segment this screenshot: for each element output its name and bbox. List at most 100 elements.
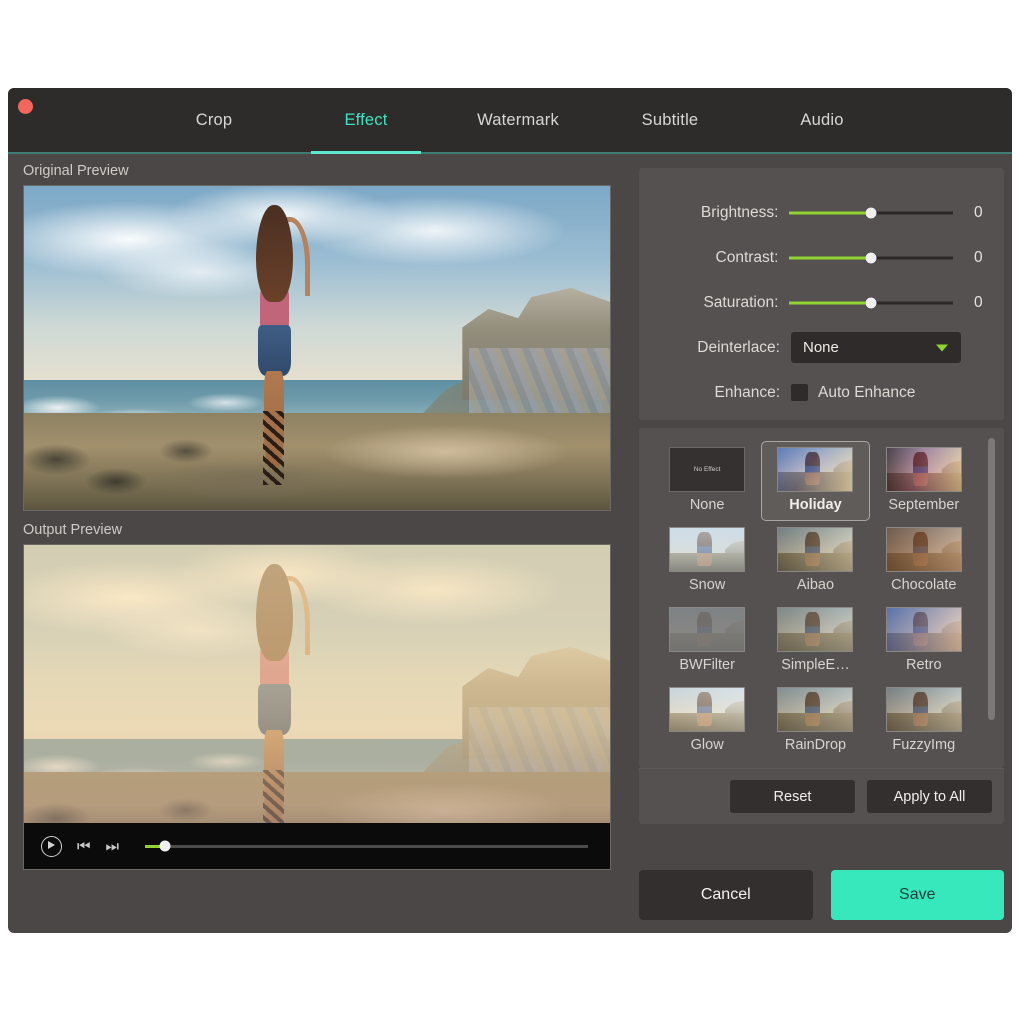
tab-watermark[interactable]: Watermark xyxy=(442,88,594,152)
deinterlace-selected-value: None xyxy=(791,339,839,356)
effects-scrollbar[interactable] xyxy=(988,438,995,758)
deinterlace-label: Deinterlace: xyxy=(639,339,791,357)
effect-thumbnail-tint xyxy=(670,528,744,571)
deinterlace-row: Deinterlace: None xyxy=(639,325,1004,370)
original-photo xyxy=(24,186,610,510)
effect-thumbnail xyxy=(669,527,745,572)
effects-grid: No Effect None Holiday September Snow Aibao Ch… xyxy=(653,441,978,761)
effect-thumbnail xyxy=(886,527,962,572)
effect-thumbnail-tint xyxy=(670,608,744,651)
player-controls: ⏮ ⏭ xyxy=(24,823,610,869)
saturation-fill xyxy=(789,301,871,304)
effect-thumbnail-tint xyxy=(887,528,961,571)
effect-item-fuzzyimg[interactable]: FuzzyImg xyxy=(870,681,978,761)
tab-subtitle[interactable]: Subtitle xyxy=(594,88,746,152)
effect-item-september[interactable]: September xyxy=(870,441,978,521)
brightness-handle[interactable] xyxy=(866,207,877,218)
preview-column: Original Preview Output Preview xyxy=(8,152,628,933)
effect-thumbnail xyxy=(777,447,853,492)
saturation-slider[interactable] xyxy=(789,296,952,310)
effect-item-raindrop[interactable]: RainDrop xyxy=(761,681,869,761)
effect-label: Holiday xyxy=(789,497,841,513)
effect-thumbnail-tint xyxy=(670,688,744,731)
effect-label: Chocolate xyxy=(891,577,956,593)
saturation-label: Saturation: xyxy=(639,294,789,312)
effect-item-snow[interactable]: Snow xyxy=(653,521,761,601)
reset-button[interactable]: Reset xyxy=(730,780,855,813)
tab-effect[interactable]: Effect xyxy=(290,88,442,152)
brightness-fill xyxy=(789,211,871,214)
output-preview-label: Output Preview xyxy=(23,522,628,538)
effect-item-aibao[interactable]: Aibao xyxy=(761,521,869,601)
saturation-row: Saturation: 0 xyxy=(639,280,1004,325)
effects-panel: No Effect None Holiday September Snow Aibao Ch… xyxy=(639,428,1004,768)
effect-label: BWFilter xyxy=(679,657,735,673)
output-photo xyxy=(24,545,610,869)
effect-thumbnail: No Effect xyxy=(669,447,745,492)
effect-thumbnail-tint xyxy=(778,528,852,571)
effects-scrollbar-thumb[interactable] xyxy=(988,438,995,720)
auto-enhance-label: Auto Enhance xyxy=(818,384,915,402)
effect-item-glow[interactable]: Glow xyxy=(653,681,761,761)
close-window-button[interactable] xyxy=(18,99,33,114)
contrast-row: Contrast: 0 xyxy=(639,235,1004,280)
effect-label: Snow xyxy=(689,577,725,593)
effect-thumbnail xyxy=(886,447,962,492)
contrast-slider[interactable] xyxy=(789,251,952,265)
effect-item-holiday[interactable]: Holiday xyxy=(761,441,869,521)
tab-bar: Crop Effect Watermark Subtitle Audio xyxy=(138,88,898,152)
cancel-button[interactable]: Cancel xyxy=(639,870,813,920)
output-preview: ⏮ ⏭ xyxy=(23,544,611,870)
deinterlace-select[interactable]: None xyxy=(791,332,961,363)
effect-thumbnail xyxy=(669,687,745,732)
auto-enhance-checkbox[interactable] xyxy=(791,384,808,401)
effect-label: Glow xyxy=(691,737,724,753)
effect-label: FuzzyImg xyxy=(892,737,955,753)
apply-to-all-button[interactable]: Apply to All xyxy=(867,780,992,813)
playback-progress-slider[interactable] xyxy=(145,845,588,848)
footer-buttons: Cancel Save xyxy=(639,870,1004,920)
play-icon[interactable] xyxy=(41,836,62,857)
effect-thumbnail-tint xyxy=(887,608,961,651)
controls-column: Brightness: 0 Contrast: 0 Saturation xyxy=(631,152,1012,933)
auto-enhance-toggle[interactable]: Auto Enhance xyxy=(791,384,915,402)
brightness-slider[interactable] xyxy=(789,206,952,220)
tab-audio[interactable]: Audio xyxy=(746,88,898,152)
effects-action-row: Reset Apply to All xyxy=(639,768,1004,824)
title-bar: Crop Effect Watermark Subtitle Audio xyxy=(8,88,1012,154)
effect-thumbnail xyxy=(777,607,853,652)
effect-thumbnail-tint xyxy=(778,608,852,651)
skip-next-icon[interactable]: ⏭ xyxy=(106,839,120,854)
effect-thumbnail-tint xyxy=(778,448,852,491)
chevron-down-icon xyxy=(936,344,948,351)
saturation-handle[interactable] xyxy=(866,297,877,308)
effect-item-retro[interactable]: Retro xyxy=(870,601,978,681)
tab-crop[interactable]: Crop xyxy=(138,88,290,152)
contrast-fill xyxy=(789,256,871,259)
effect-item-chocolate[interactable]: Chocolate xyxy=(870,521,978,601)
effect-editor-window: Crop Effect Watermark Subtitle Audio Ori… xyxy=(8,88,1012,933)
effect-item-bwfilter[interactable]: BWFilter xyxy=(653,601,761,681)
effect-thumbnail-tint xyxy=(778,688,852,731)
no-effect-text: No Effect xyxy=(694,466,721,473)
effect-label: September xyxy=(888,497,959,513)
effect-item-none[interactable]: No Effect None xyxy=(653,441,761,521)
enhance-label: Enhance: xyxy=(639,384,791,402)
effect-thumbnail xyxy=(886,687,962,732)
contrast-value: 0 xyxy=(953,249,1004,267)
effect-thumbnail-tint xyxy=(887,688,961,731)
effect-label: Aibao xyxy=(797,577,834,593)
effect-label: Retro xyxy=(906,657,941,673)
effect-label: SimpleE… xyxy=(781,657,850,673)
contrast-label: Contrast: xyxy=(639,249,789,267)
brightness-value: 0 xyxy=(953,204,1004,222)
contrast-handle[interactable] xyxy=(866,252,877,263)
playback-progress-handle[interactable] xyxy=(160,841,171,852)
saturation-value: 0 xyxy=(953,294,1004,312)
save-button[interactable]: Save xyxy=(831,870,1005,920)
effect-label: None xyxy=(690,497,725,513)
skip-previous-icon[interactable]: ⏮ xyxy=(77,839,91,854)
adjustments-panel: Brightness: 0 Contrast: 0 Saturation xyxy=(639,168,1004,420)
effect-item-simplee[interactable]: SimpleE… xyxy=(761,601,869,681)
effect-label: RainDrop xyxy=(785,737,846,753)
